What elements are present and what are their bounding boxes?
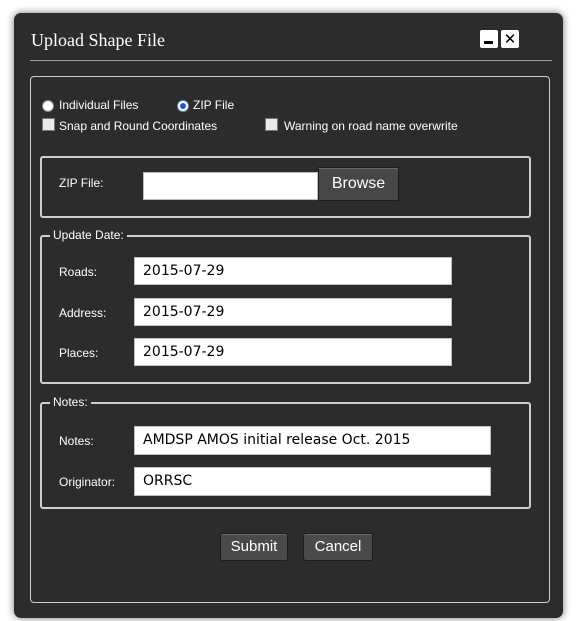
roads-label: Roads: bbox=[59, 265, 98, 279]
upload-shape-file-dialog: Upload Shape File ✕ Individual Files ZIP… bbox=[14, 13, 563, 618]
originator-label: Originator: bbox=[59, 475, 116, 489]
roads-date-input[interactable]: 2015-07-29 bbox=[134, 257, 452, 285]
close-icon: ✕ bbox=[503, 30, 517, 48]
zip-file-input[interactable] bbox=[143, 172, 318, 200]
minimize-icon bbox=[484, 41, 493, 44]
places-label: Places: bbox=[59, 346, 99, 360]
close-button[interactable]: ✕ bbox=[501, 30, 519, 48]
cancel-button[interactable]: Cancel bbox=[303, 533, 373, 561]
title-divider bbox=[30, 60, 552, 61]
places-date-input[interactable]: 2015-07-29 bbox=[134, 338, 452, 366]
zip-file-radio[interactable] bbox=[177, 100, 189, 112]
address-label: Address: bbox=[59, 306, 107, 320]
notes-legend: Notes: bbox=[50, 395, 91, 409]
dialog-title: Upload Shape File bbox=[31, 30, 165, 50]
zip-file-group: ZIP File: Browse bbox=[40, 156, 531, 218]
dialog-content: Individual Files ZIP File Snap and Round… bbox=[30, 76, 550, 603]
individual-files-radio[interactable] bbox=[42, 100, 54, 112]
notes-input[interactable]: AMDSP AMOS initial release Oct. 2015 bbox=[134, 426, 491, 455]
warning-overwrite-checkbox[interactable] bbox=[265, 118, 278, 131]
radio-selected-dot bbox=[180, 103, 186, 109]
notes-fieldset: Notes: Notes: AMDSP AMOS initial release… bbox=[40, 395, 531, 509]
update-date-fieldset: Update Date: Roads: 2015-07-29 Address: … bbox=[40, 228, 531, 384]
submit-button[interactable]: Submit bbox=[220, 533, 288, 561]
dialog-titlebar[interactable]: Upload Shape File ✕ bbox=[14, 13, 563, 57]
individual-files-label[interactable]: Individual Files bbox=[59, 98, 138, 112]
address-date-input[interactable]: 2015-07-29 bbox=[134, 298, 452, 326]
originator-input[interactable]: ORRSC bbox=[134, 467, 491, 496]
snap-round-checkbox[interactable] bbox=[42, 118, 55, 131]
update-date-legend: Update Date: bbox=[50, 228, 127, 242]
snap-round-label[interactable]: Snap and Round Coordinates bbox=[59, 119, 217, 133]
notes-label: Notes: bbox=[59, 434, 94, 448]
zip-file-label[interactable]: ZIP File bbox=[193, 98, 234, 112]
zip-file-field-label: ZIP File: bbox=[59, 176, 104, 190]
browse-button[interactable]: Browse bbox=[318, 167, 399, 201]
minimize-button[interactable] bbox=[480, 30, 498, 48]
warning-overwrite-label[interactable]: Warning on road name overwrite bbox=[284, 119, 458, 133]
